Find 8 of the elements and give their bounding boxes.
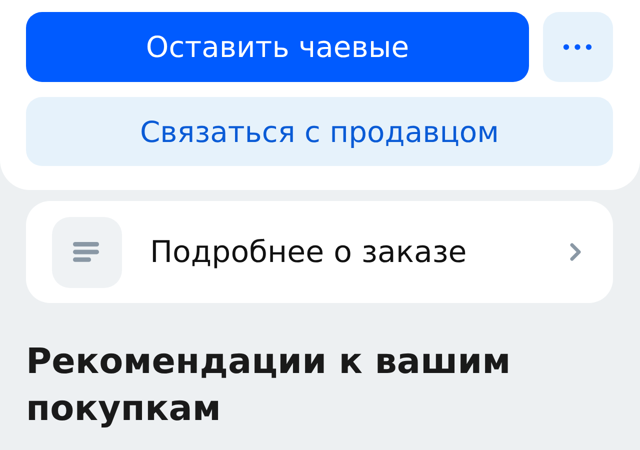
order-details-link[interactable]: Подробнее о заказе [26,201,613,303]
order-details-label: Подробнее о заказе [150,234,468,270]
chevron-icon [569,242,583,262]
lines-icon [52,216,122,288]
tip-button[interactable]: Оставить чаевые [26,12,529,82]
contact-seller-button[interactable]: Связаться с продавцом [26,97,613,166]
more-button[interactable]: ••• [543,12,613,82]
section-heading: Рекомендации к вашим покупкам [26,341,512,431]
